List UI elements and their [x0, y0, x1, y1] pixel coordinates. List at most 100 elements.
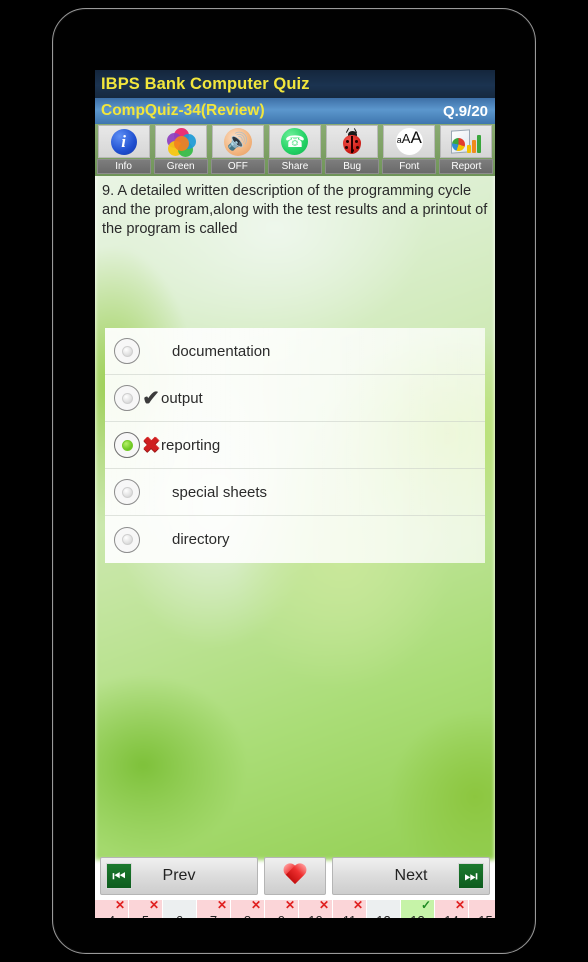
question-cell-9[interactable]: ✕ 9	[265, 900, 299, 918]
question-text: 9. A detailed written description of the…	[102, 183, 488, 237]
toolbar-button-report[interactable]: Report	[438, 124, 495, 176]
cell-number-6: 6	[176, 913, 183, 918]
font-icon-large: A	[410, 128, 422, 147]
app-title-bar: IBPS Bank Computer Quiz	[95, 70, 495, 98]
cell-badge-13: ✓	[420, 900, 431, 912]
option-label-directory: directory	[172, 531, 230, 548]
info-icon: i	[110, 128, 137, 155]
cell-number-7: 7	[210, 913, 217, 918]
correct-check-icon: ✔	[142, 386, 160, 410]
radio-directory[interactable]	[114, 526, 140, 553]
toolbar-button-sound[interactable]: 🔊 OFF	[209, 124, 266, 176]
question-cell-11[interactable]: ✕ 11	[333, 900, 367, 918]
cell-number-13: 13	[410, 913, 424, 918]
prev-button[interactable]: ⏮ Prev	[100, 857, 258, 895]
question-cell-5[interactable]: ✕ 5	[129, 900, 163, 918]
skip-back-icon: ⏮	[106, 863, 132, 889]
answer-options-list: documentation ✔ output ✖ reporting speci…	[105, 328, 485, 563]
info-icon-slot: i	[97, 125, 150, 158]
cell-number-10: 10	[308, 913, 322, 918]
toolbar-button-info[interactable]: i Info	[95, 124, 152, 176]
report-chart-icon	[451, 128, 482, 155]
toolbar-label-bug: Bug	[325, 159, 380, 174]
cell-number-5: 5	[142, 913, 149, 918]
question-cell-13[interactable]: ✓ 13	[401, 900, 435, 918]
skip-forward-icon: ⏭	[458, 863, 484, 889]
option-label-reporting: reporting	[161, 436, 221, 454]
question-cell-15[interactable]: 15	[469, 900, 495, 918]
quiz-name: CompQuiz-34(Review)	[101, 102, 265, 119]
cell-number-12: 12	[376, 913, 390, 918]
toolbar-label-green: Green	[153, 159, 208, 174]
option-row-documentation[interactable]: documentation	[105, 328, 485, 375]
device-screen: IBPS Bank Computer Quiz CompQuiz-34(Revi…	[95, 70, 495, 918]
bug-icon-slot	[326, 125, 379, 158]
toolbar-button-font[interactable]: aAA Font	[381, 124, 438, 176]
toolbar-label-info: Info	[96, 159, 151, 174]
heart-icon	[282, 864, 308, 888]
question-cell-12[interactable]: 12	[367, 900, 401, 918]
option-row-output[interactable]: ✔ output	[105, 375, 485, 422]
toolbar-button-green[interactable]: Green	[152, 124, 209, 176]
option-row-special-sheets[interactable]: special sheets	[105, 469, 485, 516]
option-label-output: output	[161, 389, 203, 407]
bug-icon	[341, 127, 363, 155]
cell-badge-4: ✕	[114, 900, 125, 912]
cell-badge-7: ✕	[216, 900, 227, 912]
question-cell-14[interactable]: ✕ 14	[435, 900, 469, 918]
next-button-label: Next	[394, 867, 428, 884]
option-row-directory[interactable]: directory	[105, 516, 485, 563]
share-icon: ☎	[281, 128, 309, 155]
palette-icon-slot	[154, 125, 207, 158]
option-label-documentation: documentation	[172, 342, 271, 360]
cell-number-8: 8	[244, 913, 251, 918]
cell-number-14: 14	[444, 913, 458, 918]
question-number-strip: ✕ 4 ✕ 5 6 ✕ 7 ✕ 8 ✕ 9	[95, 900, 495, 918]
font-size-icon: aAA	[395, 128, 423, 155]
toolbar-label-share: Share	[267, 159, 322, 174]
radio-special-sheets[interactable]	[114, 479, 140, 505]
app-title: IBPS Bank Computer Quiz	[101, 74, 310, 93]
cell-badge-8: ✕	[250, 900, 261, 912]
prev-button-label: Prev	[162, 867, 196, 884]
share-icon-slot: ☎	[268, 125, 321, 158]
question-cell-7[interactable]: ✕ 7	[197, 900, 231, 918]
toolbar-label-font: Font	[382, 159, 437, 174]
cell-number-4: 4	[108, 913, 115, 918]
report-chart-icon-slot	[440, 125, 493, 158]
font-icon-medium: A	[401, 131, 411, 146]
radio-output[interactable]	[114, 385, 140, 411]
cell-badge-10: ✕	[318, 900, 329, 912]
cell-badge-11: ✕	[352, 900, 363, 912]
quiz-subtitle-bar: CompQuiz-34(Review) Q.9/20	[95, 98, 495, 124]
question-counter: Q.9/20	[442, 102, 488, 120]
cell-badge-9: ✕	[284, 900, 295, 912]
toolbar-label-off: OFF	[210, 159, 265, 174]
option-label-special-sheets: special sheets	[172, 483, 268, 501]
question-cell-8[interactable]: ✕ 8	[231, 900, 265, 918]
toolbar-label-report: Report	[439, 159, 494, 174]
wrong-cross-icon: ✖	[142, 433, 160, 457]
speaker-icon: 🔊	[223, 127, 252, 156]
toolbar-button-share[interactable]: ☎ Share	[266, 124, 323, 176]
toolbar: i Info Green 🔊 OFF ☎ Share Bug a A A Fon…	[95, 124, 495, 176]
question-cell-4[interactable]: ✕ 4	[95, 900, 129, 918]
font-size-icon-slot: aAA	[383, 125, 436, 158]
radio-documentation[interactable]	[114, 338, 140, 364]
question-cell-10[interactable]: ✕ 10	[299, 900, 333, 918]
cell-number-9: 9	[278, 913, 285, 918]
favorite-button[interactable]	[264, 857, 326, 895]
next-button[interactable]: Next ⏭	[332, 857, 490, 895]
question-cell-6[interactable]: 6	[163, 900, 197, 918]
cell-number-11: 11	[343, 913, 357, 918]
radio-reporting[interactable]	[114, 432, 140, 458]
cell-number-15: 15	[478, 913, 492, 918]
cell-badge-14: ✕	[454, 900, 465, 912]
navigation-buttons: ⏮ Prev Next ⏭	[95, 854, 495, 898]
option-row-reporting[interactable]: ✖ reporting	[105, 422, 485, 469]
cell-badge-5: ✕	[148, 900, 159, 912]
speaker-icon-slot: 🔊	[211, 125, 264, 158]
screenshot-root: IBPS Bank Computer Quiz CompQuiz-34(Revi…	[0, 0, 588, 962]
palette-icon	[166, 127, 196, 157]
toolbar-button-bug[interactable]: Bug	[324, 124, 381, 176]
